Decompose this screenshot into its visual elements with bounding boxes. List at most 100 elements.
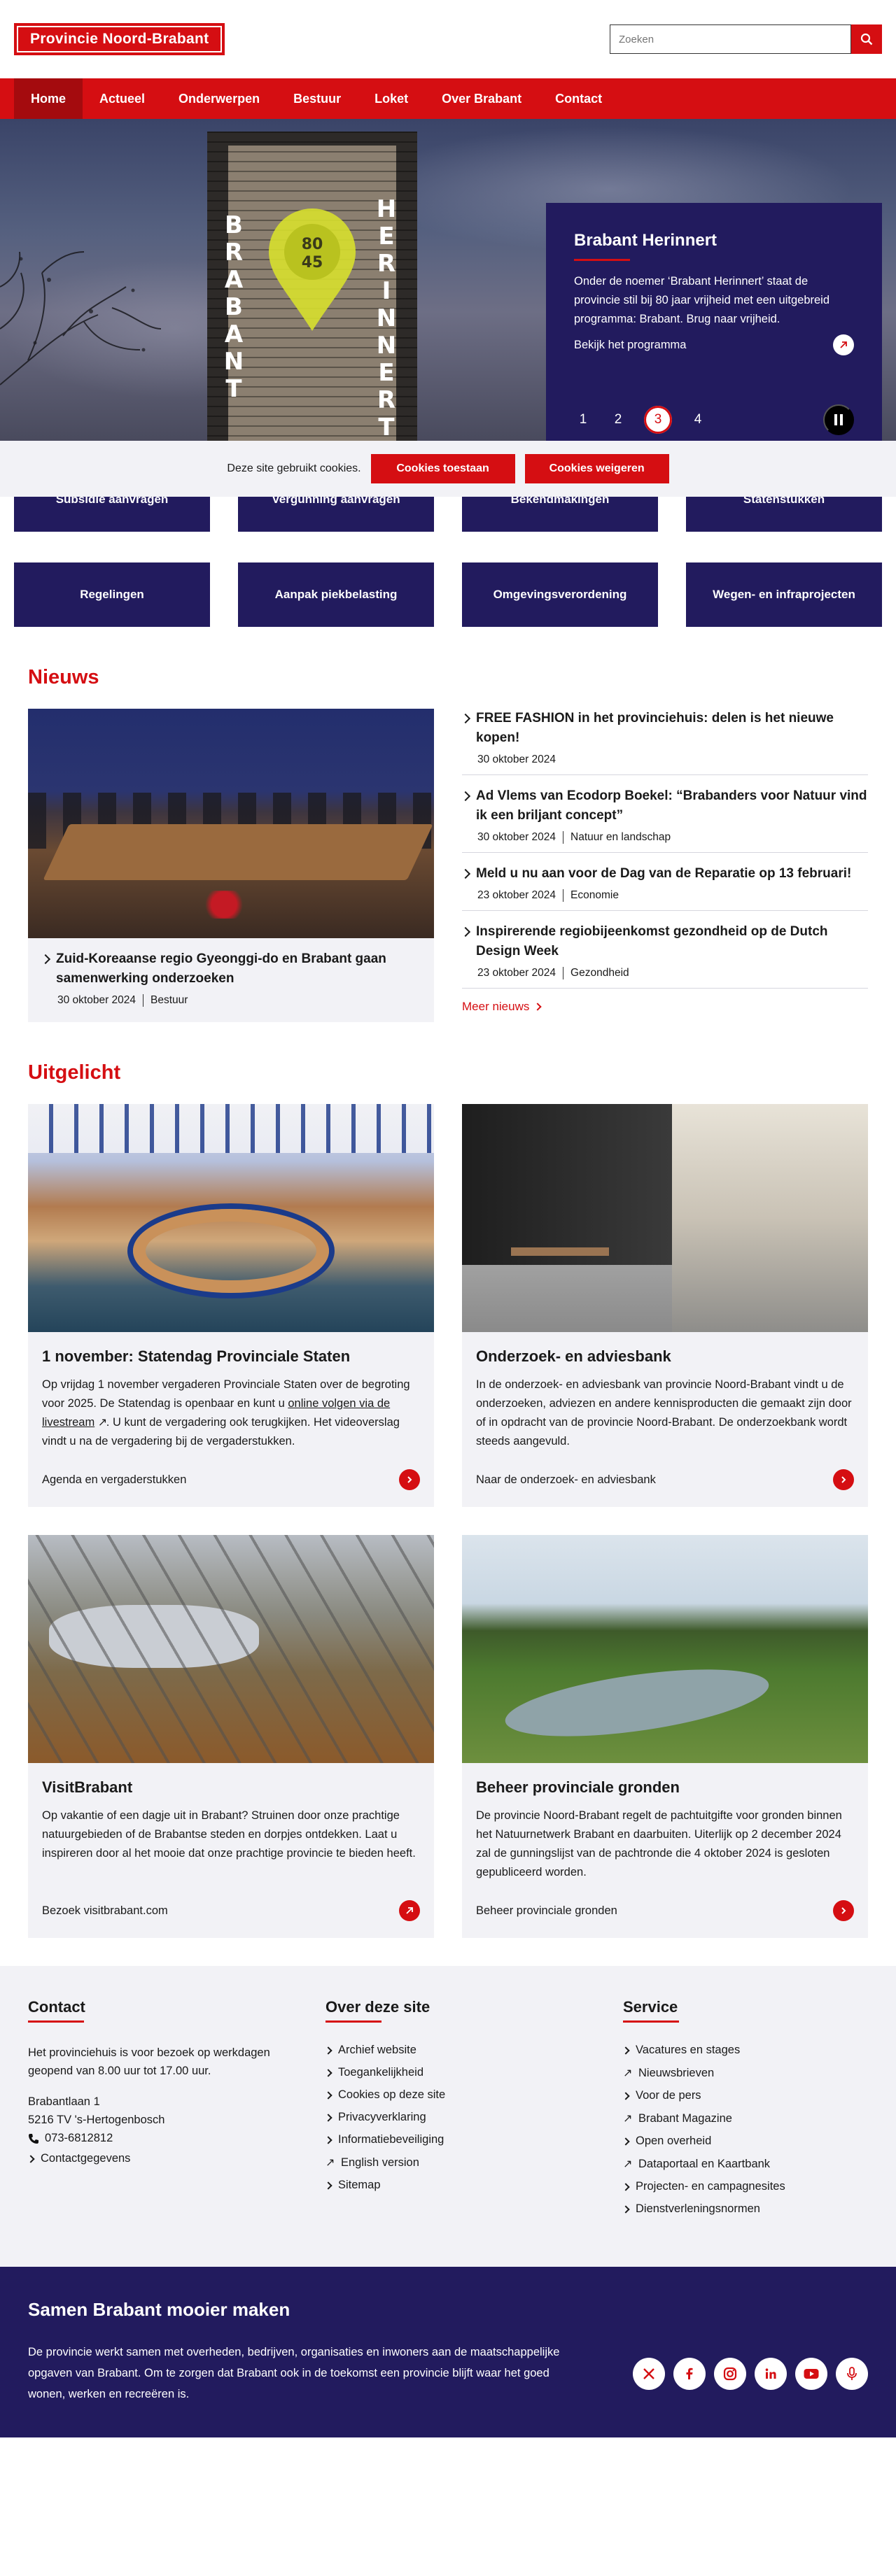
tower-letter: N xyxy=(376,304,397,332)
featured-news-card[interactable]: Zuid-Koreaanse regio Gyeonggi-do en Brab… xyxy=(28,709,434,1022)
tile-statenstukken[interactable]: Statenstukken xyxy=(686,497,882,532)
tile-subsidie[interactable]: Subsidie aanvragen xyxy=(14,497,210,532)
image-creek xyxy=(501,1656,773,1750)
news-item-title: Inspirerende regiobijeenkomst gezondheid… xyxy=(476,924,828,958)
chevron-right-icon xyxy=(833,1469,854,1490)
card-link-label: Naar de onderzoek- en adviesbank xyxy=(476,1473,656,1486)
footer-link-label: English version xyxy=(341,2156,419,2169)
news-tag: Bestuur xyxy=(150,994,188,1006)
footer-link-vacatures[interactable]: Vacatures en stages xyxy=(622,2044,854,2057)
footer-link-dienstverlening[interactable]: Dienstverleningsnormen xyxy=(622,2202,854,2216)
site-header: Provincie Noord-Brabant Home Actueel Ond… xyxy=(0,0,896,119)
image-bench xyxy=(511,1247,609,1256)
featured-news-body: Zuid-Koreaanse regio Gyeonggi-do en Brab… xyxy=(28,938,434,1022)
news-date: 30 oktober 2024 xyxy=(477,831,556,843)
footer-link-archief[interactable]: Archief website xyxy=(324,2044,623,2057)
footer-link-magazine[interactable]: ↗ Brabant Magazine xyxy=(623,2111,854,2125)
card-link-label: Beheer provinciale gronden xyxy=(476,1904,617,1917)
footer-link-pers[interactable]: Voor de pers xyxy=(622,2089,854,2102)
footer-contact-heading: Contact xyxy=(28,1998,85,2016)
footer-link-privacy[interactable]: Privacyverklaring xyxy=(324,2111,623,2124)
tower-text-right: HERINNERT xyxy=(374,196,399,441)
nav-item-bestuur[interactable]: Bestuur xyxy=(276,78,358,119)
footer-link-label: Archief website xyxy=(338,2044,416,2056)
footer-link-nieuwsbrieven[interactable]: ↗ Nieuwsbrieven xyxy=(623,2066,854,2080)
card-link[interactable]: Agenda en vergaderstukken xyxy=(42,1451,420,1490)
news-list-item[interactable]: Ad Vlems van Ecodorp Boekel: “Brabanders… xyxy=(460,786,868,853)
tile-omgevingsverordening[interactable]: Omgevingsverordening xyxy=(462,562,658,627)
nav-item-over-brabant[interactable]: Over Brabant xyxy=(425,78,538,119)
contact-details-link[interactable]: Contactgegevens xyxy=(27,2152,326,2165)
card-link[interactable]: Naar de onderzoek- en adviesbank xyxy=(476,1451,854,1490)
x-icon xyxy=(643,2368,654,2379)
footer-link-toegankelijkheid[interactable]: Toegankelijkheid xyxy=(324,2066,623,2079)
carousel-page-1[interactable]: 1 xyxy=(574,411,592,429)
footer-link-sitemap[interactable]: Sitemap xyxy=(324,2179,623,2192)
tile-vergunning[interactable]: Vergunning aanvragen xyxy=(238,497,434,532)
nav-item-home[interactable]: Home xyxy=(14,78,83,119)
tile-regelingen[interactable]: Regelingen xyxy=(14,562,210,627)
tile-piekbelasting[interactable]: Aanpak piekbelasting xyxy=(238,562,434,627)
quick-links-row-2: Regelingen Aanpak piekbelasting Omgeving… xyxy=(14,562,882,627)
tower-letter: R xyxy=(377,250,396,278)
card-title: Beheer provinciale gronden xyxy=(476,1778,680,1796)
carousel-page-3[interactable]: 3 xyxy=(644,406,672,434)
cookies-accept-button[interactable]: Cookies toestaan xyxy=(370,454,515,483)
news-list-item[interactable]: FREE FASHION in het provinciehuis: delen… xyxy=(460,709,868,775)
nav-item-onderwerpen[interactable]: Onderwerpen xyxy=(162,78,276,119)
pin-text-top: 80 xyxy=(302,236,323,253)
instagram-icon xyxy=(723,2367,737,2381)
news-list-item[interactable]: Inspirerende regiobijeenkomst gezondheid… xyxy=(460,922,868,989)
carousel-page-2[interactable]: 2 xyxy=(609,411,627,429)
featured-card-visitbrabant: VisitBrabant Op vakantie of een dagje ui… xyxy=(28,1535,434,1938)
chevron-right-icon xyxy=(460,868,471,879)
featured-news-title[interactable]: Zuid-Koreaanse regio Gyeonggi-do en Brab… xyxy=(40,949,420,989)
search-button[interactable] xyxy=(851,24,882,54)
nav-item-actueel[interactable]: Actueel xyxy=(83,78,162,119)
footer-link-english[interactable]: ↗ English version xyxy=(326,2156,623,2170)
x-link[interactable] xyxy=(633,2358,665,2390)
footer-link-label: Dataportaal en Kaartbank xyxy=(638,2157,771,2170)
footer-link-cookies[interactable]: Cookies op deze site xyxy=(324,2088,623,2102)
footer-link-informatiebeveiliging[interactable]: Informatiebeveiliging xyxy=(324,2133,623,2146)
nav-item-contact[interactable]: Contact xyxy=(538,78,619,119)
youtube-link[interactable] xyxy=(795,2358,827,2390)
site-logo[interactable]: Provincie Noord-Brabant xyxy=(14,23,225,55)
street-bench-image xyxy=(462,1104,868,1332)
facebook-link[interactable] xyxy=(673,2358,706,2390)
address-line: Brabantlaan 1 xyxy=(28,2095,100,2108)
tower-letter: B xyxy=(225,293,243,321)
carousel-page-4[interactable]: 4 xyxy=(689,411,707,429)
footer-link-projecten[interactable]: Projecten- en campagnesites xyxy=(622,2180,854,2193)
phone-link[interactable]: 073-6812812 xyxy=(28,2132,326,2145)
footer-link-dataportaal[interactable]: ↗ Dataportaal en Kaartbank xyxy=(623,2157,854,2171)
card-title: Onderzoek- en adviesbank xyxy=(476,1347,671,1365)
card-link[interactable]: Bezoek visitbrabant.com xyxy=(42,1882,420,1921)
heading-underline xyxy=(326,2021,382,2023)
tile-wegen-infraprojecten[interactable]: Wegen- en infraprojecten xyxy=(686,562,882,627)
more-news-link[interactable]: Meer nieuws xyxy=(462,1000,868,1014)
carousel-pause-button[interactable] xyxy=(823,404,854,435)
tower-letter: E xyxy=(378,359,395,387)
hero-carousel: BRABANT HERINNERT 80 45 Brabant Herinner… xyxy=(0,119,896,441)
tile-bekendmakingen[interactable]: Bekendmakingen xyxy=(462,497,658,532)
nav-item-loket[interactable]: Loket xyxy=(358,78,425,119)
linkedin-link[interactable] xyxy=(755,2358,787,2390)
footer-link-open-overheid[interactable]: Open overheid xyxy=(622,2135,854,2148)
image-flowers xyxy=(196,891,252,919)
news-tag: Economie xyxy=(570,889,619,901)
chevron-right-icon xyxy=(324,2046,332,2055)
footer-link-label: Brabant Magazine xyxy=(638,2111,732,2125)
card-link[interactable]: Beheer provinciale gronden xyxy=(476,1882,854,1921)
instagram-link[interactable] xyxy=(714,2358,746,2390)
news-list: FREE FASHION in het provinciehuis: delen… xyxy=(460,709,868,1022)
meta-divider xyxy=(143,994,144,1007)
search-input[interactable] xyxy=(610,24,851,54)
featured-card-statendag: 1 november: Statendag Provinciale Staten… xyxy=(28,1104,434,1507)
hero-program-link[interactable]: Bekijk het programma xyxy=(574,334,854,355)
footer-link-label: Toegankelijkheid xyxy=(338,2066,424,2079)
cookies-decline-button[interactable]: Cookies weigeren xyxy=(524,454,669,483)
card-link-label: Bezoek visitbrabant.com xyxy=(42,1904,168,1917)
news-list-item[interactable]: Meld u nu aan voor de Dag van de Reparat… xyxy=(460,864,868,911)
podcast-link[interactable] xyxy=(836,2358,868,2390)
